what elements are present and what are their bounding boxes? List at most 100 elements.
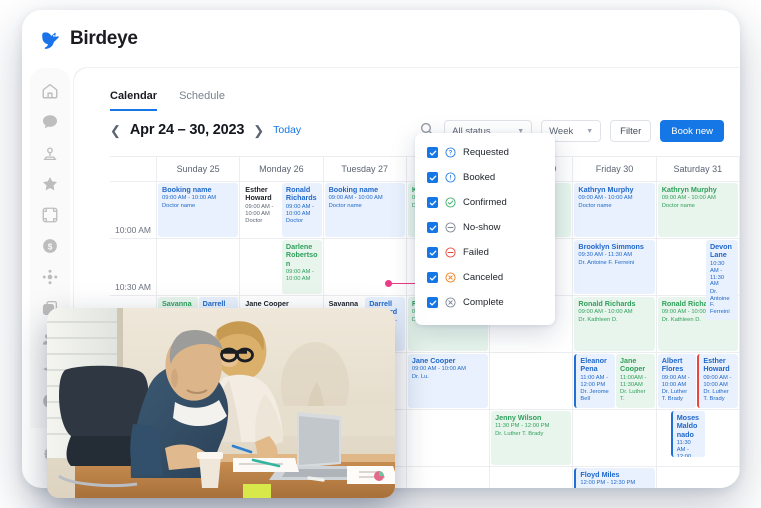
date-range-label: Apr 24 – 30, 2023 bbox=[129, 122, 245, 138]
calendar-cell: Darlene Robertson 09:00 AM - 10:00 AM bbox=[240, 239, 324, 295]
checkbox-checked-icon[interactable] bbox=[427, 247, 438, 258]
event-card[interactable]: Devon Lane 10:30 AM - 11:30 AM Dr. Antoi… bbox=[705, 240, 738, 320]
chevron-right-icon[interactable]: ❯ bbox=[253, 124, 264, 137]
day-header-sunday: Sunday 25 bbox=[157, 157, 241, 181]
event-card[interactable]: Jane Cooper 11:00AM - 11:30AM Dr. Luther… bbox=[616, 354, 655, 408]
event-time: 09:00 AM - 10:00 AM bbox=[661, 374, 690, 388]
event-card[interactable]: Ronald Richards 09:00 AM - 10:00 AM Dr. … bbox=[574, 297, 655, 351]
event-title: Floyd Miles bbox=[580, 470, 620, 479]
checkbox-checked-icon[interactable] bbox=[427, 147, 438, 158]
sidebar-item-integrations[interactable] bbox=[41, 268, 59, 286]
chevron-left-icon[interactable]: ❮ bbox=[110, 124, 121, 137]
brand-header: Birdeye bbox=[22, 10, 740, 68]
calendar-cell bbox=[490, 353, 574, 409]
status-option-failed[interactable]: Failed bbox=[415, 240, 555, 265]
checkbox-checked-icon[interactable] bbox=[427, 197, 438, 208]
event-card[interactable]: Booking name 09:00 AM - 10:00 AM Doctor … bbox=[158, 183, 239, 237]
status-option-label: Booked bbox=[463, 172, 496, 183]
event-card[interactable]: Albert Flores 09:00 AM - 10:00 AM Dr. Lu… bbox=[657, 354, 697, 408]
event-card[interactable]: Brooklyn Simmons 09:30 AM - 11:30 AM Dr.… bbox=[574, 240, 655, 294]
event-card[interactable]: Esther Howard 09:00 AM - 10:00 AM Doctor bbox=[241, 183, 281, 237]
event-doctor: Doctor name bbox=[162, 202, 196, 209]
time-gutter-header bbox=[110, 157, 157, 181]
event-time: 11:00AM - 11:30AM bbox=[620, 374, 647, 388]
event-title: Esther Howard bbox=[703, 356, 730, 374]
status-option-complete[interactable]: Complete bbox=[415, 290, 555, 315]
event-doctor: Dr. Luther T. Brady bbox=[661, 389, 688, 402]
today-button[interactable]: Today bbox=[273, 124, 301, 136]
event-card[interactable]: Jane Cooper 09:00 AM - 10:00 AM Dr. Lu. bbox=[407, 354, 489, 408]
event-title: Jane Cooper bbox=[620, 356, 646, 374]
checkbox-checked-icon[interactable] bbox=[427, 297, 438, 308]
status-option-label: Confirmed bbox=[463, 197, 507, 208]
tab-schedule[interactable]: Schedule bbox=[179, 90, 225, 111]
book-new-label: Book new bbox=[671, 125, 713, 137]
event-title: Esther Howard bbox=[245, 185, 272, 203]
event-time: 12:00 PM - 12:30 PM bbox=[580, 480, 636, 487]
calendar-cell: Jane Cooper 09:00 AM - 10:00 AM Dr. Lu. bbox=[407, 353, 491, 409]
checkbox-checked-icon[interactable] bbox=[427, 272, 438, 283]
event-title: Booking name bbox=[328, 185, 379, 194]
calendar-cell: Kathryn Murphy 09:00 AM - 10:00 AM Docto… bbox=[657, 182, 740, 238]
event-doctor: Dr. Luther T. Brady bbox=[703, 389, 729, 402]
status-option-label: Canceled bbox=[463, 272, 504, 283]
time-label: 10:00 AM bbox=[110, 182, 157, 238]
event-title: Booking name bbox=[162, 185, 212, 194]
event-time: 11:00 AM - 12:00 PM bbox=[580, 374, 609, 388]
calendar-cell: Esther Howard 09:00 AM - 10:00 AM Doctor… bbox=[240, 182, 324, 238]
event-card[interactable]: Esther Howard 09:00 AM - 10:00 AM Dr. Lu… bbox=[697, 354, 738, 408]
sidebar-item-messages[interactable] bbox=[41, 113, 59, 131]
status-option-booked[interactable]: ! Booked bbox=[415, 165, 555, 190]
checkbox-checked-icon[interactable] bbox=[427, 172, 438, 183]
calendar-cell: Albert Flores 09:00 AM - 10:00 AM Dr. Lu… bbox=[657, 353, 740, 409]
checkbox-checked-icon[interactable] bbox=[427, 222, 438, 233]
tab-calendar[interactable]: Calendar bbox=[110, 90, 158, 111]
brand-name: Birdeye bbox=[70, 28, 138, 49]
sidebar-item-qr-listings[interactable] bbox=[41, 206, 59, 224]
event-card[interactable]: Ronald Richards 09:00 AM - 10:00 AM Doct… bbox=[281, 183, 322, 237]
event-time: 09:00 AM - 10:00 AM bbox=[245, 203, 274, 217]
event-time: 09:00 AM - 10:00 AM bbox=[162, 195, 217, 202]
office-photo-card bbox=[47, 308, 395, 498]
event-card[interactable]: Booking name 09:00 AM - 10:00 AM Doctor … bbox=[324, 183, 405, 237]
event-title: Jenny Wilson bbox=[495, 413, 542, 422]
status-option-confirmed[interactable]: Confirmed bbox=[415, 190, 555, 215]
calendar-cell: Kathryn Murphy 09:00 AM - 10:00 AM Docto… bbox=[573, 182, 657, 238]
svg-text:$: $ bbox=[48, 242, 53, 251]
event-card[interactable]: Floyd Miles 12:00 PM - 12:30 PM Dr. Jero… bbox=[574, 468, 655, 488]
event-doctor: Doctor bbox=[285, 218, 303, 225]
day-header-saturday: Saturday 31 bbox=[657, 157, 740, 181]
book-new-button[interactable]: Book new bbox=[660, 120, 724, 142]
event-card[interactable]: Eleanor Pena 11:00 AM - 12:00 PM Dr. Jer… bbox=[574, 354, 616, 408]
event-time: 11:30 AM - 12:00 PM bbox=[676, 440, 692, 457]
calendar-cell: Jenny Wilson 11:30 PM - 12:00 PM Dr. Lut… bbox=[490, 410, 574, 466]
filter-button[interactable]: Filter bbox=[610, 120, 652, 142]
calendar-cell: Booking name 09:00 AM - 10:00 AM Doctor … bbox=[157, 182, 241, 238]
calendar-cell: Ronald Richards 09:00 AM - 10:00 AM Dr. … bbox=[573, 296, 657, 352]
event-title: Moses Maldonado bbox=[676, 413, 700, 439]
event-doctor: Doctor bbox=[245, 218, 263, 225]
event-card[interactable]: Kathryn Murphy 09:00 AM - 10:00 AM Docto… bbox=[657, 183, 738, 237]
chevron-down-icon: ▼ bbox=[586, 127, 594, 135]
status-option-label: Failed bbox=[463, 247, 489, 258]
calendar-cell bbox=[657, 467, 740, 488]
sidebar-item-payments[interactable]: $ bbox=[41, 237, 59, 255]
sidebar-item-reviews[interactable] bbox=[41, 175, 59, 193]
status-option-requested[interactable]: ? Requested bbox=[415, 140, 555, 165]
minus-circle-icon bbox=[445, 222, 456, 233]
calendar-cell: Booking name 09:00 AM - 10:00 AM Doctor … bbox=[324, 182, 407, 238]
event-card[interactable]: Jenny Wilson 11:30 PM - 12:00 PM Dr. Lut… bbox=[491, 411, 572, 465]
event-title: Devon Lane bbox=[709, 242, 732, 260]
calendar-cell: Brooklyn Simmons 09:30 AM - 11:30 AM Dr.… bbox=[573, 239, 657, 295]
calendar-cell: Moses Maldonado 11:30 AM - 12:00 PM bbox=[657, 410, 740, 466]
status-option-no-show[interactable]: No-show bbox=[415, 215, 555, 240]
status-option-canceled[interactable]: Canceled bbox=[415, 265, 555, 290]
event-card[interactable]: Moses Maldonado 11:30 AM - 12:00 PM bbox=[670, 411, 705, 457]
svg-text:?: ? bbox=[449, 151, 453, 157]
sidebar-item-locations[interactable] bbox=[41, 144, 59, 162]
x-circle-icon bbox=[445, 272, 456, 283]
event-card[interactable]: Darlene Robertson 09:00 AM - 10:00 AM bbox=[281, 240, 322, 294]
svg-text:!: ! bbox=[450, 176, 452, 182]
event-card[interactable]: Kathryn Murphy 09:00 AM - 10:00 AM Docto… bbox=[574, 183, 655, 237]
sidebar-item-home[interactable] bbox=[41, 82, 59, 100]
